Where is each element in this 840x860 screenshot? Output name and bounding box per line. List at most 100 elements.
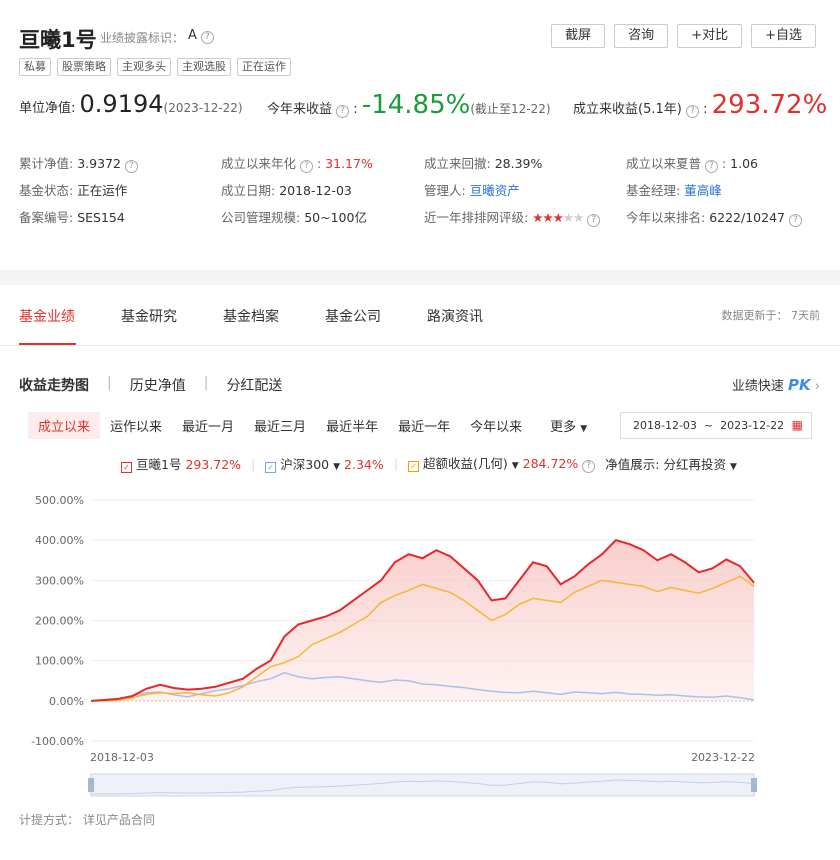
info-label: 累计净值:: [19, 156, 74, 171]
fund-tags: 私募 股票策略 主观多头 主观选股 正在运作: [19, 58, 291, 76]
fee-method: 计提方式： 详见产品合同: [19, 813, 155, 827]
x-tick-label: 2018-12-03: [90, 751, 154, 764]
ytd-label: 今年来收益: [267, 102, 333, 117]
legend-fund-value: 293.72%: [185, 456, 242, 472]
since-label: 成立来收益(5.1年): [573, 102, 682, 117]
tag: 私募: [19, 58, 51, 76]
info-label: 成立以来年化: [221, 156, 297, 171]
manager-company-link[interactable]: 亘曦资产: [470, 183, 520, 198]
range-3m[interactable]: 最近三月: [244, 412, 316, 439]
info-value: 2018-12-03: [279, 183, 352, 198]
help-icon[interactable]: ?: [685, 105, 699, 118]
y-tick-label: -100.00%: [31, 735, 84, 748]
subtab-nav-history[interactable]: 历史净值: [130, 375, 186, 395]
help-icon[interactable]: ?: [201, 31, 215, 44]
ytd-block: 今年来收益 ? : -14.85%(截止至12-22): [267, 90, 551, 120]
info-label: 成立以来夏普: [626, 156, 702, 171]
date-from: 2018-12-03: [633, 419, 697, 432]
fund-manager-link[interactable]: 董高峰: [684, 183, 722, 198]
legend-separator: |: [393, 455, 398, 471]
legend-index[interactable]: ✓ 沪深300 ▼ 2.34%: [265, 454, 384, 473]
info-status: 基金状态: 正在运作: [19, 180, 127, 199]
rating-stars: ★★★★★: [532, 210, 584, 225]
screenshot-button[interactable]: 截屏: [551, 24, 606, 48]
legend-excess-name: 超额收益(几何): [422, 456, 508, 471]
tab-research[interactable]: 基金研究: [121, 306, 177, 326]
nav-display-label: 净值展示:: [605, 456, 660, 472]
info-manager-co: 管理人: 亘曦资产: [424, 180, 520, 199]
quick-pk-link[interactable]: 业绩快速 PK ›: [732, 375, 820, 394]
nav-value: 0.9194: [79, 90, 164, 118]
info-rating: 近一年排排网评级: ★★★★★ ?: [424, 207, 601, 227]
caret-down-icon: ▼: [511, 461, 519, 471]
y-tick-label: 200.00%: [35, 615, 84, 628]
pk-label: 业绩快速: [731, 379, 784, 394]
ytd-note: (截止至12-22): [470, 102, 551, 116]
info-label: 近一年排排网评级:: [424, 210, 529, 225]
range-1y[interactable]: 最近一年: [388, 412, 460, 439]
info-value: SES154: [77, 210, 125, 225]
since-value: 293.72%: [711, 90, 828, 120]
info-manager: 基金经理: 董高峰: [626, 180, 722, 199]
legend-fund-name: 亘曦1号: [136, 456, 182, 472]
legend-excess[interactable]: ✓ 超额收益(几何) ▼ 284.72% ?: [407, 453, 596, 473]
disclose-value: A: [188, 28, 197, 43]
pk-mark: PK: [788, 376, 811, 394]
nav-display[interactable]: 净值展示: 分红再投资 ▼: [605, 454, 737, 473]
info-label: 成立日期:: [221, 183, 276, 198]
range-more[interactable]: 更多 ▼: [540, 412, 597, 439]
legend-excess-value: 284.72%: [522, 456, 579, 471]
info-value: 正在运作: [77, 183, 128, 198]
date-to: 2023-12-22: [720, 419, 785, 432]
tab-roadshow[interactable]: 路演资讯: [427, 306, 483, 326]
range-more-label: 更多: [550, 420, 577, 435]
subtab-separator: |: [203, 375, 209, 391]
nav-display-value: 分红再投资: [663, 456, 726, 472]
info-label: 备案编号:: [19, 210, 74, 225]
range-ytd[interactable]: 今年以来: [460, 412, 532, 439]
help-icon[interactable]: ?: [587, 214, 601, 227]
info-value: 28.39%: [494, 156, 543, 171]
info-label: 管理人:: [424, 183, 466, 198]
date-range-picker[interactable]: 2018-12-03 ~ 2023-12-22 ▦: [620, 412, 812, 439]
help-icon[interactable]: ?: [788, 214, 802, 227]
return-chart[interactable]: 500.00% 400.00% 300.00% 200.00% 100.00% 0.00%…: [0, 485, 840, 805]
info-reg-no: 备案编号: SES154: [19, 207, 125, 226]
range-6m[interactable]: 最近半年: [316, 412, 388, 439]
subtab-dividend[interactable]: 分红配送: [226, 375, 282, 395]
tab-performance[interactable]: 基金业绩: [19, 306, 75, 326]
y-tick-label: 100.00%: [35, 655, 84, 668]
nav-block: 单位净值: 0.9194(2023-12-22): [19, 90, 243, 118]
navigator-handle-right: [751, 778, 757, 792]
help-icon[interactable]: ?: [124, 160, 138, 173]
help-icon[interactable]: ?: [300, 160, 313, 173]
tab-profile[interactable]: 基金档案: [223, 306, 279, 326]
consult-button[interactable]: 咨询: [614, 24, 669, 48]
update-time: 数据更新于： 7天前: [721, 309, 821, 322]
range-since-operation[interactable]: 运作以来: [100, 412, 172, 439]
compare-button[interactable]: +对比: [677, 24, 743, 48]
chevron-right-icon: ›: [814, 379, 820, 394]
range-since-inception[interactable]: 成立以来: [28, 412, 101, 439]
fund-header-card: 亘曦1号 业绩披露标识： A ? 私募 股票策略 主观多头 主观选股 正在运作 …: [0, 0, 840, 270]
range-1m[interactable]: 最近一月: [172, 412, 244, 439]
help-icon[interactable]: ?: [336, 105, 350, 118]
legend-fund[interactable]: ✓ 亘曦1号 293.72%: [121, 454, 241, 473]
sub-tabs: 收益走势图 | 历史净值 | 分红配送: [19, 375, 282, 395]
main-tabs: 基金业绩 基金研究 基金档案 基金公司 路演资讯: [19, 306, 483, 326]
watchlist-button[interactable]: +自选: [751, 24, 816, 48]
info-value: 6222/10247: [709, 210, 785, 225]
help-icon[interactable]: ?: [582, 460, 596, 473]
info-annualized: 成立以来年化 ? : 31.17%: [221, 156, 373, 173]
calendar-icon: ▦: [791, 418, 803, 432]
x-tick-label: 2023-12-22: [691, 751, 755, 764]
disclose-value-wrap: A ?: [188, 28, 215, 44]
caret-down-icon: ▼: [580, 424, 588, 434]
help-icon[interactable]: ?: [705, 160, 718, 173]
info-rank: 今年以来排名: 6222/10247 ?: [626, 207, 802, 227]
subtab-return-chart[interactable]: 收益走势图: [19, 375, 89, 395]
tab-company[interactable]: 基金公司: [325, 306, 381, 326]
info-value: 3.9372: [77, 156, 121, 171]
info-scale: 公司管理规模: 50~100亿: [221, 207, 367, 226]
legend-separator: |: [251, 455, 256, 471]
